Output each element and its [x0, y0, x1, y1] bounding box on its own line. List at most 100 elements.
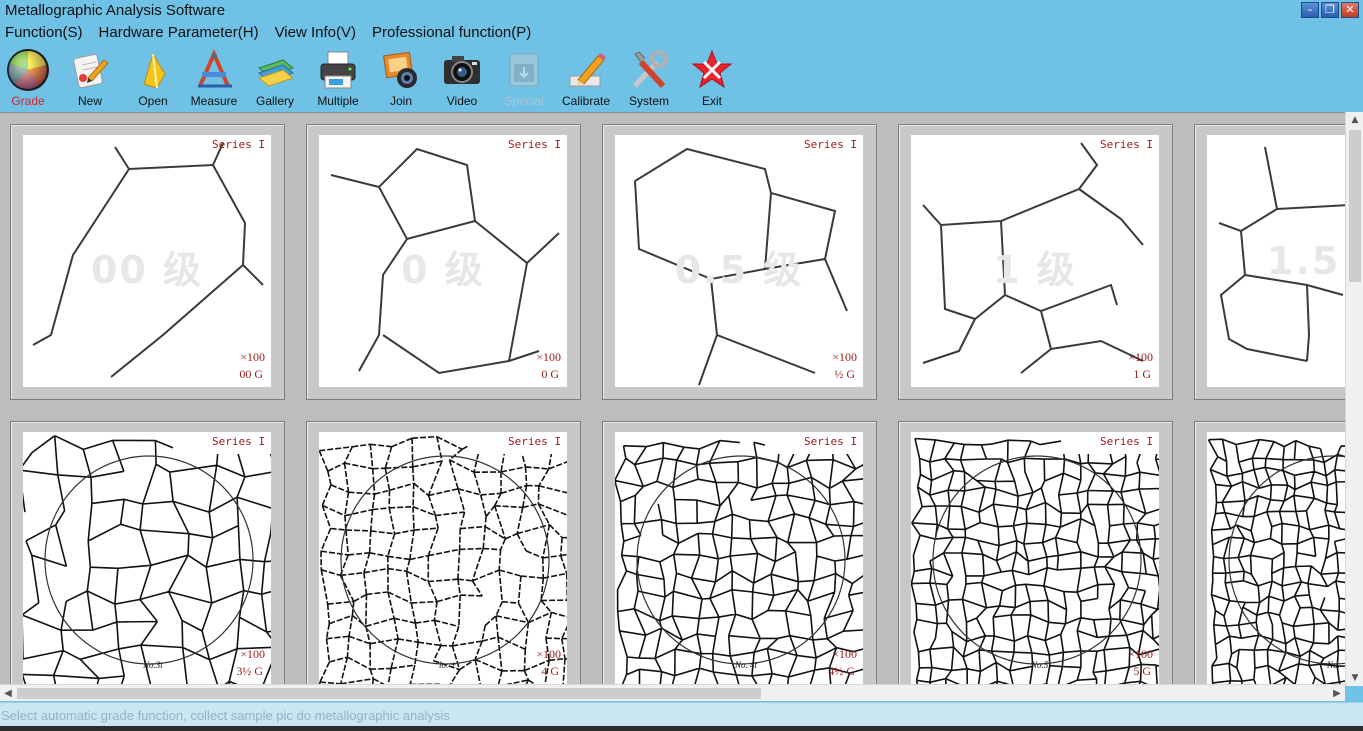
- open-label: Open: [138, 94, 168, 108]
- grade-card[interactable]: 0 级 Series I ×100 0 G: [306, 124, 581, 400]
- series-label: Series I: [1100, 435, 1153, 448]
- grade-image: 1 级 Series I ×100 1 G: [911, 135, 1159, 387]
- status-bar: Select automatic grade function, collect…: [0, 702, 1363, 726]
- new-document-icon: [73, 53, 109, 89]
- grade-value: 1 G: [1133, 367, 1151, 381]
- system-label: System: [628, 94, 669, 108]
- new-label: New: [77, 94, 102, 108]
- new-button[interactable]: New: [58, 46, 122, 110]
- grade-card[interactable]: No.: [1194, 421, 1345, 686]
- grade-image: Series I No.5 ×100 5 G: [911, 432, 1159, 684]
- horizontal-scrollbar[interactable]: ◀ ▶: [0, 684, 1345, 701]
- grain-boundaries: [911, 437, 1159, 684]
- grade-card[interactable]: Series I No. 4t ×100 4½ G: [602, 421, 877, 686]
- grade-watermark: 1.5: [1267, 239, 1341, 283]
- grade-card[interactable]: 1.5: [1194, 124, 1345, 400]
- series-label: Series I: [804, 435, 857, 448]
- scroll-up-arrow-icon[interactable]: ▲: [1346, 112, 1363, 128]
- grain-structure-image: [615, 432, 863, 684]
- series-label: Series I: [212, 435, 265, 448]
- calibrate-pencil-icon: [569, 53, 606, 87]
- open-button[interactable]: Open: [121, 46, 185, 110]
- grade-card[interactable]: 00 级 Series I ×100 00 G: [10, 124, 285, 400]
- magnification-label: ×100: [1128, 647, 1153, 661]
- gallery-label: Gallery: [255, 94, 294, 108]
- printer-icon: [320, 51, 356, 89]
- measure-button[interactable]: Measure: [182, 46, 246, 110]
- gallery-button[interactable]: Gallery: [243, 46, 307, 110]
- grade-watermark: 1 级: [993, 248, 1077, 292]
- multiple-button[interactable]: Multiple: [306, 46, 370, 110]
- measure-ruler-icon: [198, 49, 232, 88]
- camera-icon: [444, 56, 480, 84]
- grade-value: 4 G: [541, 664, 559, 678]
- sample-note: No. 4t: [735, 660, 758, 670]
- sample-note: No.3t: [143, 660, 163, 670]
- magnification-label: ×100: [536, 647, 561, 661]
- color-wheel-icon: [7, 49, 49, 91]
- grade-image: 1.5: [1207, 135, 1345, 387]
- menu-view-info[interactable]: View Info(V): [270, 22, 361, 44]
- gallery-icon: [257, 59, 295, 87]
- series-label: Series I: [508, 435, 561, 448]
- magnification-label: ×100: [832, 350, 857, 364]
- scroll-right-arrow-icon[interactable]: ▶: [1329, 685, 1345, 702]
- grade-watermark: 00 级: [90, 248, 204, 292]
- grade-card[interactable]: Series I No.5 ×100 5 G: [898, 421, 1173, 686]
- vertical-scrollbar[interactable]: ▲ ▼: [1345, 112, 1363, 686]
- menu-bar: Function(S) Hardware Parameter(H) View I…: [0, 22, 542, 44]
- close-button[interactable]: ✕: [1341, 2, 1359, 18]
- video-button[interactable]: Video: [430, 46, 494, 110]
- window-bottom-edge: [0, 726, 1363, 731]
- grade-image: Series I lo. + ×100 4 G: [319, 432, 567, 684]
- grade-image: 0 级 Series I ×100 0 G: [319, 135, 567, 387]
- grade-card[interactable]: Series I No.3t ×100 3½ G: [10, 421, 285, 686]
- menu-professional-function[interactable]: Professional function(P): [367, 22, 536, 44]
- restore-button[interactable]: ❐: [1321, 2, 1339, 18]
- grade-card[interactable]: Series I lo. + ×100 4 G: [306, 421, 581, 686]
- magnification-label: ×100: [1128, 350, 1153, 364]
- join-button[interactable]: Join: [369, 46, 433, 110]
- toolbar: Grade New Open Measure Gallery Multiple …: [0, 46, 1363, 110]
- grade-card[interactable]: 1 级 Series I ×100 1 G: [898, 124, 1173, 400]
- status-text: Select automatic grade function, collect…: [1, 708, 450, 723]
- grade-image: 00 级 Series I ×100 00 G: [23, 135, 271, 387]
- series-label: Series I: [212, 138, 265, 151]
- grain-boundaries: [319, 435, 567, 684]
- menu-function[interactable]: Function(S): [0, 22, 88, 44]
- horizontal-scroll-thumb[interactable]: [17, 688, 761, 699]
- exit-button[interactable]: Exit: [680, 46, 744, 110]
- grade-label: Grade: [11, 94, 45, 108]
- multiple-label: Multiple: [317, 94, 359, 108]
- grain-boundaries: [23, 434, 271, 684]
- vertical-scroll-thumb[interactable]: [1349, 130, 1361, 282]
- grade-button[interactable]: Grade: [0, 46, 60, 110]
- grain-structure-image: [319, 432, 567, 684]
- minimize-button[interactable]: –: [1301, 2, 1319, 18]
- menu-hardware-parameter[interactable]: Hardware Parameter(H): [94, 22, 264, 44]
- sample-note: No.: [1327, 660, 1340, 670]
- scroll-left-arrow-icon[interactable]: ◀: [0, 685, 16, 702]
- special-button: Special: [492, 46, 556, 110]
- gallery-area: 00 级 Series I ×100 00 G 0 级 Series I ×10…: [0, 112, 1363, 686]
- scroll-down-arrow-icon[interactable]: ▼: [1346, 670, 1363, 686]
- calibrate-label: Calibrate: [561, 94, 611, 108]
- grain-structure-image: [1207, 438, 1345, 684]
- title-bar: Metallographic Analysis Software – ❐ ✕: [0, 0, 1363, 22]
- special-label: Special: [504, 94, 544, 108]
- grade-watermark: 0.5 级: [674, 248, 804, 292]
- grade-value: 5 G: [1133, 664, 1151, 678]
- join-label: Join: [389, 94, 412, 108]
- grade-value: 3½ G: [236, 664, 263, 678]
- grade-value: 00 G: [239, 367, 263, 381]
- grade-image: Series I No. 4t ×100 4½ G: [615, 432, 863, 684]
- video-label: Video: [446, 94, 478, 108]
- system-button[interactable]: System: [617, 46, 681, 110]
- calibrate-button[interactable]: Calibrate: [554, 46, 618, 110]
- window-title: Metallographic Analysis Software: [5, 2, 226, 19]
- open-folder-icon: [143, 52, 166, 89]
- grade-card[interactable]: 0.5 级 Series I ×100 ½ G: [602, 124, 877, 400]
- photo-join-icon: [383, 51, 417, 88]
- grade-card-grid: 00 级 Series I ×100 00 G 0 级 Series I ×10…: [10, 124, 1345, 686]
- exit-star-icon: [691, 49, 733, 89]
